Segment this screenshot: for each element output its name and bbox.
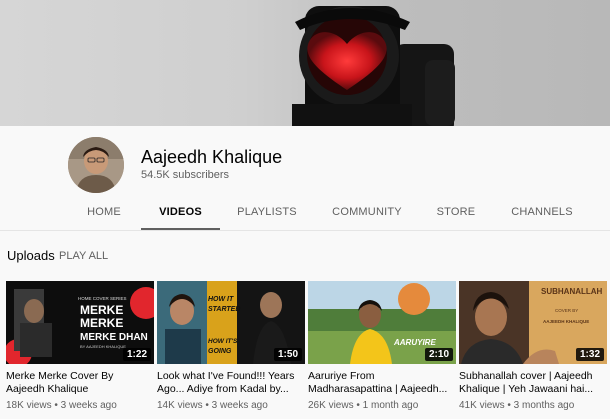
header-divider: [0, 230, 610, 231]
video-duration: 1:32: [575, 348, 604, 361]
channel-tabs: HOME VIDEOS PLAYLISTS COMMUNITY STORE CH…: [0, 197, 610, 230]
channel-banner: [0, 0, 610, 126]
thumb-text-cover-by: COVER BY: [555, 308, 578, 313]
thumb-text-merke-2: MERKE: [80, 316, 123, 330]
upload-age: 3 months ago: [513, 400, 575, 411]
thumb-text-how-it: HOW IT: [208, 296, 234, 303]
meta-separator: •: [54, 400, 58, 411]
tab-playlists[interactable]: PLAYLISTS: [234, 197, 300, 230]
video-title[interactable]: Subhanallah cover | Aajeedh Khalique | Y…: [459, 370, 607, 396]
channel-avatar[interactable]: [68, 137, 124, 193]
thumb-text-going: GOING: [208, 348, 232, 355]
thumb-text-merke-1: MERKE: [80, 303, 123, 317]
tab-home[interactable]: HOME: [80, 197, 128, 230]
thumb-text-aaruyire: AARUYIRE: [393, 338, 436, 347]
upload-age: 3 weeks ago: [211, 400, 268, 411]
video-duration: 2:10: [424, 348, 453, 361]
tab-community[interactable]: COMMUNITY: [330, 197, 404, 230]
thumb-text-subhanallah: SUBHANALLAH: [541, 287, 603, 296]
meta-separator: •: [205, 400, 209, 411]
play-all-button[interactable]: PLAY ALL: [59, 250, 108, 262]
video-meta: 26K views • 1 month ago: [308, 400, 418, 411]
upload-age: 1 month ago: [362, 400, 419, 411]
video-meta: 41K views • 3 months ago: [459, 400, 574, 411]
tab-channels[interactable]: CHANNELS: [509, 197, 575, 230]
uploads-shelf-title[interactable]: Uploads: [7, 248, 55, 263]
video-duration: 1:22: [122, 348, 151, 361]
video-title[interactable]: Merke Merke Cover By Aajeedh Khalique: [6, 370, 154, 396]
view-count: 18K views: [6, 400, 52, 411]
thumb-text-by: BY AAJEEDH KHALIQUE: [80, 344, 126, 349]
video-thumbnail[interactable]: SUBHANALLAH COVER BY AAJEEDH KHALIQUE 1:…: [459, 281, 607, 364]
view-count: 26K views: [308, 400, 354, 411]
upload-age: 3 weeks ago: [60, 400, 117, 411]
thumb-text-started: STARTED: [208, 306, 240, 313]
tab-videos[interactable]: VIDEOS: [141, 197, 220, 230]
view-count: 41K views: [459, 400, 505, 411]
subscriber-count: 54.5K subscribers: [141, 169, 230, 181]
video-duration: 1:50: [273, 348, 302, 361]
thumb-text-series: HOME COVER SERIES: [78, 296, 127, 301]
thumb-text-how-its: HOW IT'S: [208, 338, 238, 345]
meta-separator: •: [356, 400, 360, 411]
avatar-portrait-image: [68, 137, 124, 193]
meta-separator: •: [507, 400, 511, 411]
view-count: 14K views: [157, 400, 203, 411]
video-meta: 18K views • 3 weeks ago: [6, 400, 117, 411]
video-title[interactable]: Look what I've Found!!! Years Ago... Adi…: [157, 370, 305, 396]
video-thumbnail[interactable]: AARUYIRE 2:10: [308, 281, 456, 364]
traffic-light-heart-image: [292, 6, 455, 126]
video-meta: 14K views • 3 weeks ago: [157, 400, 268, 411]
video-title[interactable]: Aaruriye From Madharasapattina | Aajeedh…: [308, 370, 456, 396]
channel-name: Aajeedh Khalique: [141, 147, 283, 167]
video-thumbnail[interactable]: HOW IT STARTED HOW IT'S GOING 1:50: [157, 281, 305, 364]
video-thumbnail[interactable]: HOME COVER SERIES MERKE MERKE MERKE DHAN…: [6, 281, 154, 364]
tab-store[interactable]: STORE: [434, 197, 478, 230]
thumb-text-merke-dhan: MERKE DHAN: [80, 332, 148, 343]
thumb-text-artist: AAJEEDH KHALIQUE: [543, 319, 589, 324]
